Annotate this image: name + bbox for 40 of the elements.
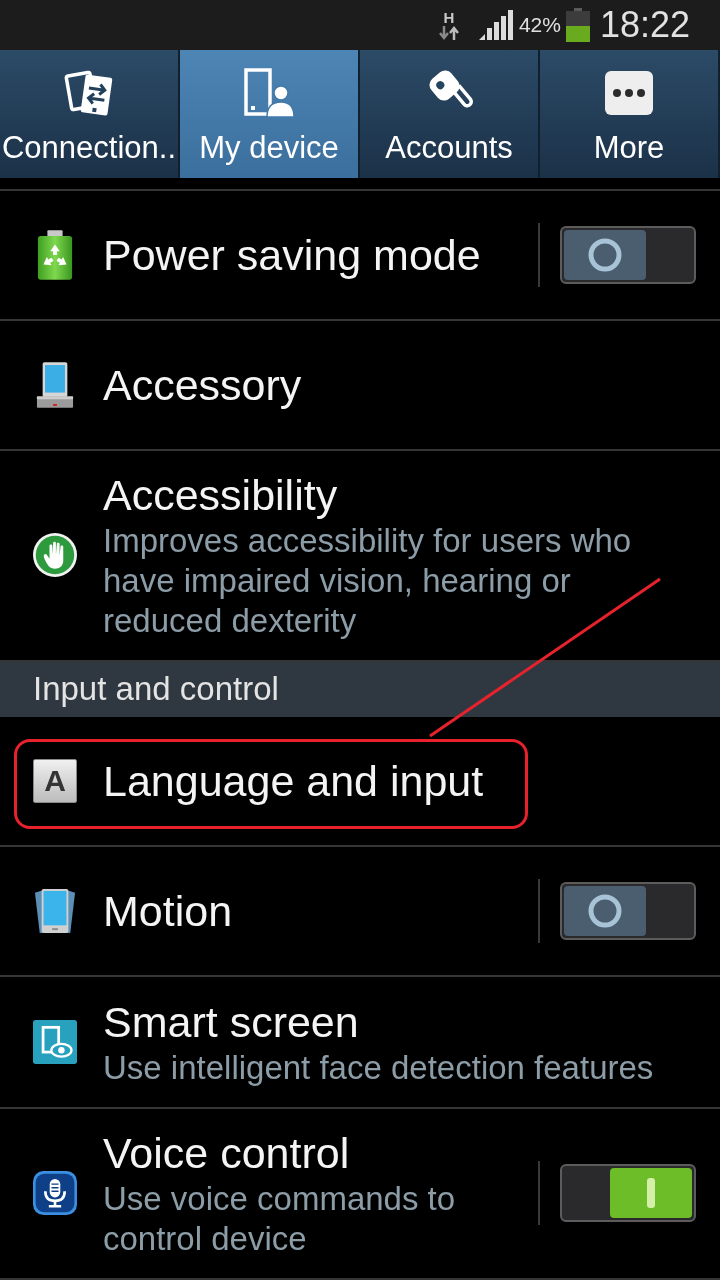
toggle-switch[interactable] xyxy=(560,881,696,940)
setting-title[interactable]: Accessibility xyxy=(103,469,678,522)
tab[interactable]: Connection.. xyxy=(0,50,180,178)
network-type-label: H xyxy=(443,9,455,25)
toggle-switch[interactable] xyxy=(560,226,696,284)
toggle-switch[interactable] xyxy=(560,1164,696,1223)
setting-title[interactable]: Voice control xyxy=(103,1127,513,1180)
clock: 18:22 xyxy=(599,7,690,43)
switch-thumb[interactable] xyxy=(610,1168,692,1219)
hand-icon xyxy=(33,532,77,579)
tab[interactable]: More xyxy=(540,50,720,178)
setting-title[interactable]: Motion xyxy=(103,884,513,937)
signal-icon xyxy=(478,10,513,40)
letter-tile: A xyxy=(33,758,77,803)
eye-screen-icon xyxy=(33,1018,77,1065)
more-dots-icon xyxy=(603,68,655,118)
setting-title[interactable]: Language and input xyxy=(103,754,678,807)
setting-title[interactable]: Power saving mode xyxy=(103,229,513,281)
ring-icon xyxy=(588,893,622,928)
setting-title[interactable]: Accessory xyxy=(103,359,678,411)
setting-description: Use voice commands to control device xyxy=(103,1179,457,1260)
tab[interactable]: My device xyxy=(180,50,360,178)
transfer-cards-icon xyxy=(63,68,115,118)
data-arrows-icon xyxy=(438,24,459,41)
microphone-icon xyxy=(33,1169,77,1218)
grip-icon xyxy=(647,1178,655,1209)
tab[interactable]: Accounts xyxy=(360,50,540,178)
phone-icon xyxy=(34,887,76,934)
section-header: Input and control xyxy=(0,661,720,717)
ring-icon xyxy=(588,238,622,272)
battery-percent: 42% xyxy=(518,12,561,39)
setting-description: Use intelligent face detection features xyxy=(103,1047,655,1088)
recycle-battery-icon xyxy=(36,230,74,280)
phone-person-icon xyxy=(243,68,295,118)
switch-thumb[interactable] xyxy=(564,885,646,936)
switch-thumb[interactable] xyxy=(564,230,646,280)
setting-description: Improves accessibility for users who have impaired vision, hearing or reduced dexterity xyxy=(103,521,633,642)
setting-title[interactable]: Smart screen xyxy=(103,995,678,1048)
tablet-dock-icon xyxy=(36,362,74,408)
battery-icon xyxy=(565,8,590,42)
